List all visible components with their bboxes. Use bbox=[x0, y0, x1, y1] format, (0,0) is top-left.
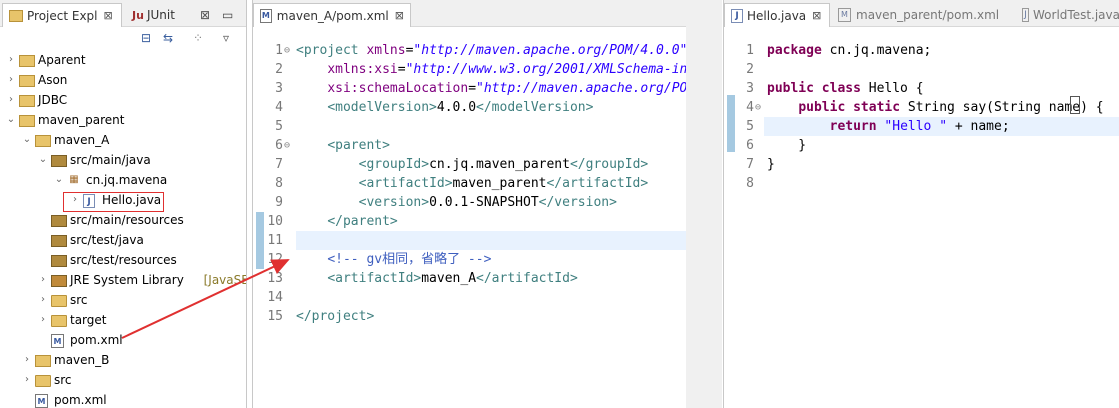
annotation-arrow bbox=[121, 259, 290, 339]
